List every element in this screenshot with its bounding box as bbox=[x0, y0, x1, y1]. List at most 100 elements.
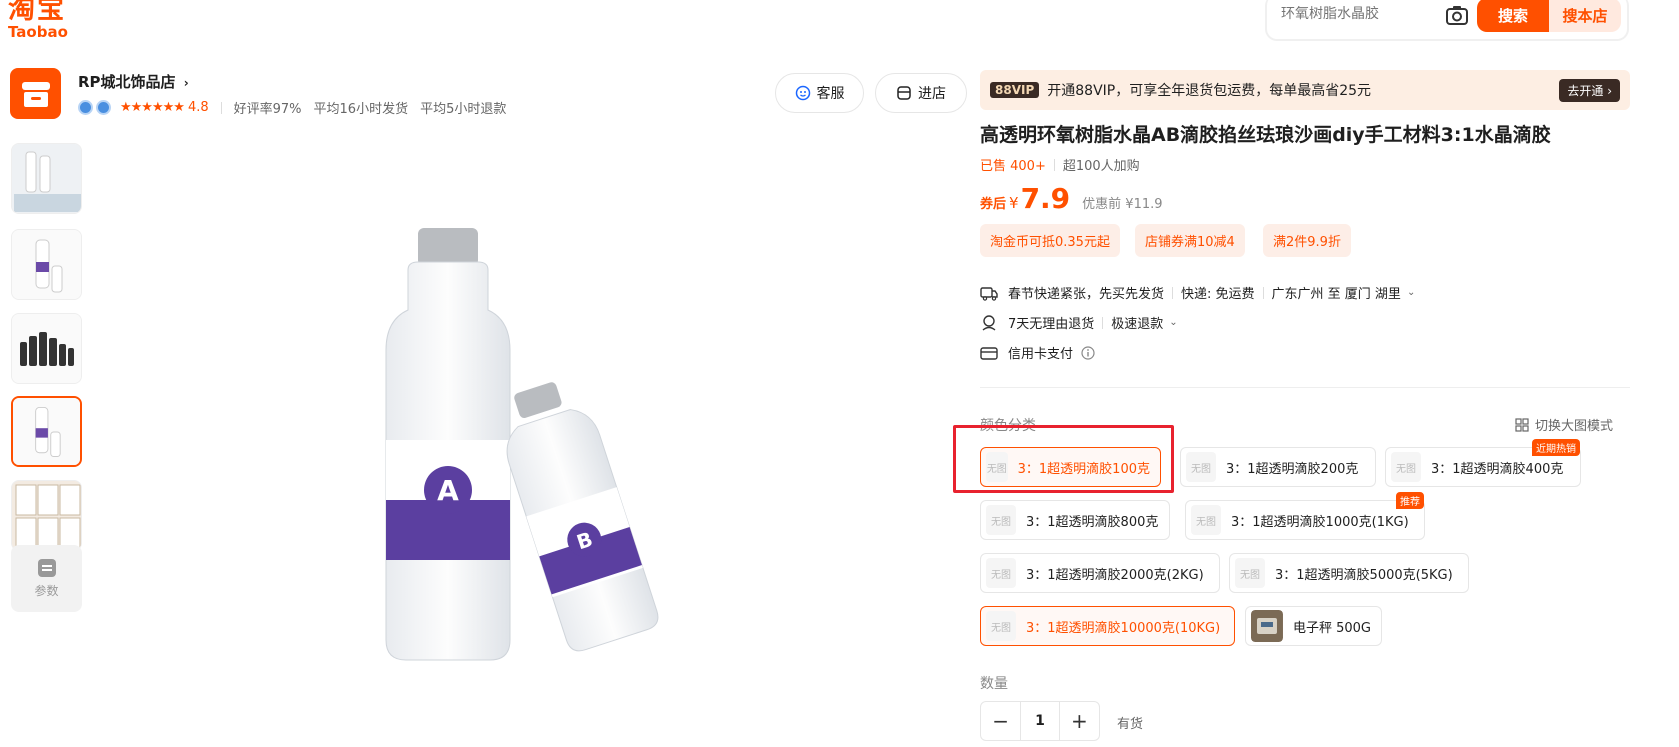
price-label: 券后 bbox=[980, 197, 1007, 212]
sku-label: 3：1超透明滴胶800克 bbox=[1026, 514, 1159, 530]
taobao-logo[interactable]: 淘宝 Taobao bbox=[8, 0, 78, 40]
main-product-image[interactable]: A B bbox=[300, 190, 760, 670]
shop-store-icon bbox=[21, 81, 50, 107]
logo-en-text: Taobao bbox=[8, 23, 68, 41]
grid-icon bbox=[1515, 417, 1529, 432]
enter-shop-label: 进店 bbox=[918, 86, 946, 102]
chevron-right-icon: › bbox=[183, 76, 189, 90]
divider bbox=[1262, 286, 1264, 299]
params-button[interactable]: 参数 bbox=[11, 545, 82, 612]
shop-name[interactable]: RP城北饰品店 › bbox=[78, 71, 189, 92]
no-image-placeholder: 无图 bbox=[986, 505, 1016, 535]
search-button[interactable]: 搜索 bbox=[1477, 0, 1549, 32]
thumbnail[interactable] bbox=[11, 313, 82, 384]
shop-name-text: RP城北饰品店 bbox=[78, 73, 176, 91]
coupon-shop[interactable]: 店铺券满10减4 bbox=[1135, 224, 1245, 257]
search-input[interactable] bbox=[1281, 6, 1441, 22]
hot-sale-badge: 近期热销 bbox=[1532, 439, 1580, 456]
selection-highlight-box bbox=[953, 425, 1174, 493]
plus-button[interactable]: + bbox=[1060, 701, 1099, 741]
no-image-placeholder: 无图 bbox=[1235, 558, 1265, 588]
store-icon bbox=[897, 86, 911, 100]
thumbnail-active[interactable] bbox=[11, 396, 82, 467]
sku-option[interactable]: 无图 3：1超透明滴胶200克 bbox=[1180, 447, 1376, 487]
sku-label: 电子秤 500G bbox=[1292, 620, 1371, 636]
stock-status: 有货 bbox=[1117, 717, 1144, 732]
sku-label: 3：1超透明滴胶1000克(1KG) bbox=[1231, 514, 1409, 530]
divider-line bbox=[980, 387, 1630, 388]
shipping-route[interactable]: 广东广州 至 厦门 湖里 bbox=[1272, 283, 1401, 302]
credit-card-label: 信用卡支付 bbox=[1008, 347, 1074, 362]
svg-text:A: A bbox=[437, 474, 459, 507]
switch-image-mode[interactable]: 切换大图模式 bbox=[1515, 415, 1613, 434]
info-icon[interactable] bbox=[1081, 345, 1095, 360]
sku-option[interactable]: 无图 3：1超透明滴胶1000克(1KG) 推荐 bbox=[1185, 492, 1425, 540]
product-thumbnail-image bbox=[12, 481, 81, 550]
vip-open-button[interactable]: 去开通 › bbox=[1559, 78, 1620, 102]
chevron-down-icon[interactable]: ⌄ bbox=[1169, 317, 1177, 328]
coupon-coins[interactable]: 淘金币可抵0.35元起 bbox=[980, 224, 1120, 257]
switch-mode-label: 切换大图模式 bbox=[1535, 419, 1614, 434]
shop-avatar[interactable] bbox=[10, 68, 61, 119]
vip-badge: 88VIP bbox=[990, 82, 1040, 98]
product-thumbnail-image bbox=[12, 314, 81, 383]
product-thumbnail-image bbox=[12, 230, 81, 299]
sku-label: 3：1超透明滴胶10000克(10KG) bbox=[1026, 620, 1221, 636]
no-image-placeholder: 无图 bbox=[986, 558, 1016, 588]
product-thumbnail-image bbox=[13, 398, 80, 465]
shipping-fee: 快递: 免运费 bbox=[1181, 287, 1255, 302]
camera-icon[interactable] bbox=[1445, 4, 1469, 26]
coupon-discount[interactable]: 满2件9.9折 bbox=[1263, 224, 1351, 257]
delivery-truck-icon bbox=[980, 286, 998, 301]
ship-time: 平均16小时发货 bbox=[313, 102, 409, 117]
recommended-badge: 推荐 bbox=[1396, 492, 1424, 509]
rating-score: 4.8 bbox=[187, 100, 209, 115]
sku-label: 3：1超透明滴胶2000克(2KG) bbox=[1026, 567, 1204, 583]
payment-row: 信用卡支付 bbox=[980, 343, 1095, 362]
chevron-down-icon[interactable]: ⌄ bbox=[1407, 287, 1415, 298]
no-image-placeholder: 无图 bbox=[1191, 505, 1221, 535]
service-label: 客服 bbox=[816, 86, 845, 102]
divider bbox=[1053, 158, 1055, 171]
sku-option[interactable]: 无图 3：1超透明滴胶2000克(2KG) bbox=[980, 553, 1220, 593]
product-thumbnail-image bbox=[12, 144, 81, 213]
added-to-cart-count: 超100人加购 bbox=[1062, 159, 1140, 174]
vip-open-label: 去开通 bbox=[1567, 83, 1604, 98]
product-title: 高透明环氧树脂水晶AB滴胶掐丝珐琅沙画diy手工材料3:1水晶滴胶 bbox=[980, 124, 1551, 146]
search-shop-button[interactable]: 搜本店 bbox=[1549, 0, 1621, 32]
sales-info: 已售 400+ 超100人加购 bbox=[980, 155, 1140, 174]
scale-thumbnail-image bbox=[1251, 610, 1283, 642]
quantity-label: 数量 bbox=[980, 676, 1008, 692]
sold-count: 已售 400+ bbox=[980, 159, 1046, 174]
good-rate: 好评率97% bbox=[233, 102, 302, 117]
params-label: 参数 bbox=[34, 584, 59, 598]
search-bar: 搜索 搜本店 bbox=[1265, 0, 1629, 41]
params-icon bbox=[37, 559, 56, 577]
sku-label: 3：1超透明滴胶5000克(5KG) bbox=[1275, 567, 1453, 583]
vip-banner[interactable]: 88VIP 开通88VIP，可享全年退货包运费，每单最高省25元 去开通 › bbox=[980, 70, 1630, 110]
no-image-placeholder: 无图 bbox=[1391, 452, 1421, 482]
shipping-notice: 春节快递紧张，先买先发货 bbox=[1008, 287, 1165, 302]
medal-icon bbox=[78, 100, 93, 115]
enter-shop-button[interactable]: 进店 bbox=[875, 73, 967, 113]
thumbnail[interactable] bbox=[11, 480, 82, 551]
sku-option[interactable]: 无图 3：1超透明滴胶10000克(10KG) bbox=[980, 606, 1235, 646]
vip-text: 开通88VIP，可享全年退货包运费，每单最高省25元 bbox=[1047, 83, 1372, 99]
fast-refund[interactable]: 极速退款 bbox=[1111, 313, 1163, 332]
sku-option[interactable]: 无图 3：1超透明滴胶5000克(5KG) bbox=[1229, 553, 1469, 593]
customer-service-button[interactable]: 客服 bbox=[775, 73, 864, 113]
return-policy: 7天无理由退货 bbox=[1008, 317, 1095, 332]
sku-option[interactable]: 无图 3：1超透明滴胶400克 近期热销 bbox=[1385, 439, 1581, 487]
quantity-input[interactable]: 1 bbox=[1020, 702, 1060, 740]
price-value: 7.9 bbox=[1020, 182, 1071, 215]
no-image-placeholder: 无图 bbox=[1186, 452, 1216, 482]
thumbnail[interactable] bbox=[11, 229, 82, 300]
quantity-stepper: − 1 + bbox=[980, 701, 1100, 741]
sku-option[interactable]: 无图 3：1超透明滴胶800克 bbox=[980, 500, 1170, 540]
thumbnail[interactable] bbox=[11, 143, 82, 214]
sku-option[interactable]: 电子秤 500G bbox=[1245, 606, 1382, 646]
logo-cn-text: 淘宝 bbox=[8, 0, 66, 25]
rating-stars: ★★★★★★ bbox=[120, 100, 185, 115]
no-image-placeholder: 无图 bbox=[986, 611, 1016, 641]
minus-button[interactable]: − bbox=[981, 701, 1020, 741]
